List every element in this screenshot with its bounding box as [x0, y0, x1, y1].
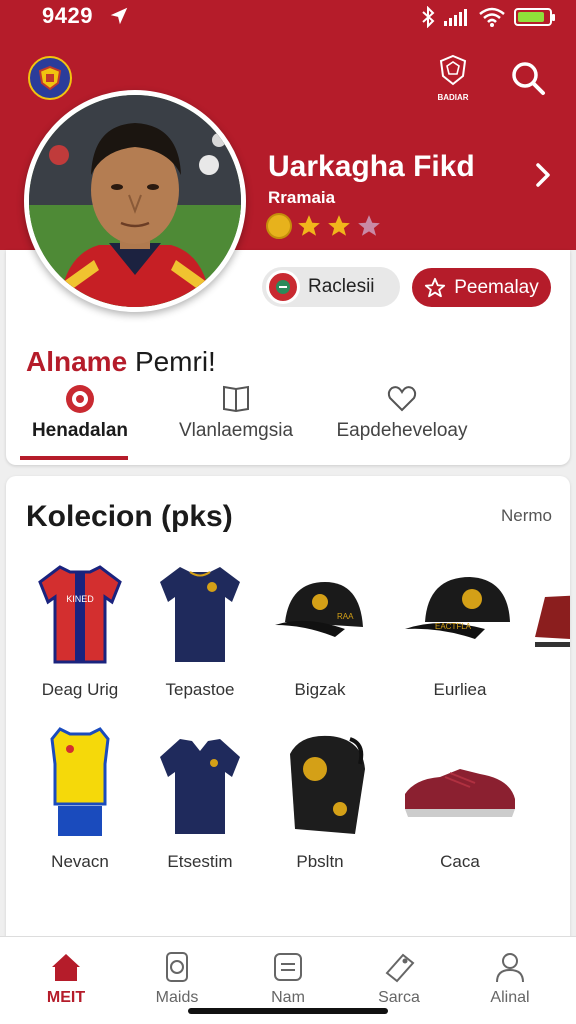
home-indicator	[188, 1008, 388, 1014]
gray-item-icon	[520, 724, 570, 844]
nav-item-sarca[interactable]: Sarca	[349, 949, 449, 1007]
active-tab-indicator	[20, 456, 128, 460]
tab-eapdeheveloay[interactable]: Eapdeheveloay	[322, 380, 482, 464]
red-boot-icon	[520, 552, 570, 672]
location-arrow-icon	[110, 7, 128, 25]
battery-icon	[514, 8, 555, 26]
collection-section: Kolecion (pks) Nermo KINED Deag Urig Tep…	[6, 476, 570, 946]
nav-item-nam[interactable]: Nam	[238, 949, 338, 1007]
primary-action-button[interactable]: Peemalay	[412, 268, 551, 307]
star-empty-icon	[358, 215, 380, 236]
list-icon	[274, 953, 302, 981]
red-sneaker-icon	[400, 724, 520, 844]
club-badge-icon[interactable]	[28, 56, 72, 100]
nav-item-home[interactable]: MEIT	[16, 949, 116, 1007]
wifi-icon	[479, 7, 505, 27]
yellow-kit-icon	[20, 724, 140, 844]
item-label: Eurliea	[433, 680, 487, 699]
tab-label: Henadalan	[31, 420, 129, 441]
team-crest-icon[interactable]: BADIAR	[434, 54, 472, 104]
star-filled-icon	[298, 215, 320, 236]
collection-item[interactable]: RAA Bigzak	[260, 552, 380, 700]
collection-item[interactable]: Nevacn	[20, 724, 140, 872]
svg-text:EACTFLA: EACTFLA	[435, 622, 472, 631]
primary-action-label: Peemalay	[454, 276, 539, 298]
collection-item[interactable]: Sc	[520, 724, 570, 872]
nav-item-maids[interactable]: Maids	[127, 949, 227, 1007]
nav-label: Maids	[155, 989, 199, 1006]
collection-item[interactable]: Tepastoe	[140, 552, 260, 700]
collection-item[interactable]: EACTFLA Eurliea	[400, 552, 520, 700]
nav-label: MEIT	[46, 989, 86, 1006]
item-label: Tepastoe	[165, 680, 235, 699]
red-jersey-icon: KINED	[20, 552, 140, 672]
heart-icon	[387, 386, 417, 412]
chevron-right-icon[interactable]	[530, 160, 556, 190]
svg-text:KINED: KINED	[66, 594, 94, 604]
club-logo-icon	[266, 270, 300, 304]
profile-tabs: Henadalan Vlanlaemgsia Eapdeheveloay	[6, 380, 570, 464]
player-subtitle: Rramaia	[268, 188, 336, 207]
player-name: Uarkagha Fikd	[268, 150, 475, 183]
tab-label: Vlanlaemgsia	[178, 420, 294, 441]
polo-shirt-icon	[140, 724, 260, 844]
collection-more-link[interactable]: Nermo	[501, 506, 552, 526]
search-icon[interactable]	[508, 58, 548, 98]
collection-item[interactable]: Caca	[400, 724, 520, 872]
status-bar: 9429	[0, 0, 576, 36]
nav-label: Sarca	[378, 989, 420, 1006]
nav-item-alinal[interactable]: Alinal	[460, 949, 560, 1007]
svg-text:RAA: RAA	[337, 612, 354, 621]
secondary-action-button[interactable]: Raclesii	[262, 267, 400, 307]
navy-jersey-icon	[140, 552, 260, 672]
backpack-icon	[260, 724, 380, 844]
user-icon	[496, 953, 524, 983]
coin-icon	[266, 213, 292, 239]
item-label: Ba	[520, 680, 571, 700]
collection-title: Kolecion (pks)	[26, 500, 233, 533]
item-label: Nevacn	[51, 852, 109, 871]
greeting: Alname Pemri!	[26, 346, 216, 378]
player-rating	[266, 213, 382, 239]
home-icon	[52, 954, 80, 981]
item-label: Deag Urig	[41, 680, 119, 699]
tag-icon	[385, 953, 415, 983]
tab-vlanlaemgsia[interactable]: Vlanlaemgsia	[156, 380, 316, 464]
bluetooth-icon	[422, 6, 435, 28]
greeting-text: Pemri!	[134, 346, 216, 377]
collection-item[interactable]: KINED Deag Urig	[20, 552, 140, 700]
ball-icon	[166, 952, 188, 982]
nav-label: Alinal	[490, 989, 530, 1006]
item-label: Pbsltn	[296, 852, 344, 871]
item-label: Etsestim	[167, 852, 233, 871]
crest-caption: BADIAR	[437, 93, 469, 102]
star-filled-icon	[328, 215, 350, 236]
collection-item[interactable]: Ba	[520, 552, 570, 700]
collection-item[interactable]: Pbsltn	[260, 724, 380, 872]
secondary-action-label: Raclesii	[308, 276, 375, 297]
signal-icon	[444, 9, 467, 26]
book-icon	[223, 385, 249, 413]
item-label: Caca	[440, 852, 480, 871]
collection-item[interactable]: Etsestim	[140, 724, 260, 872]
tab-henadalan[interactable]: Henadalan	[20, 380, 140, 464]
status-icons	[421, 6, 555, 28]
target-icon	[66, 385, 94, 413]
nav-label: Nam	[271, 989, 305, 1006]
greeting-highlight: Alname	[26, 346, 128, 377]
tab-label: Eapdeheveloay	[336, 420, 468, 441]
black-cap-icon: EACTFLA	[400, 552, 520, 672]
player-avatar[interactable]	[24, 90, 246, 312]
black-cap-icon: RAA	[260, 552, 380, 672]
item-label: Sc	[520, 852, 570, 872]
status-time: 9429	[42, 3, 93, 28]
item-label: Bigzak	[294, 680, 346, 699]
star-outline-icon	[425, 277, 446, 297]
